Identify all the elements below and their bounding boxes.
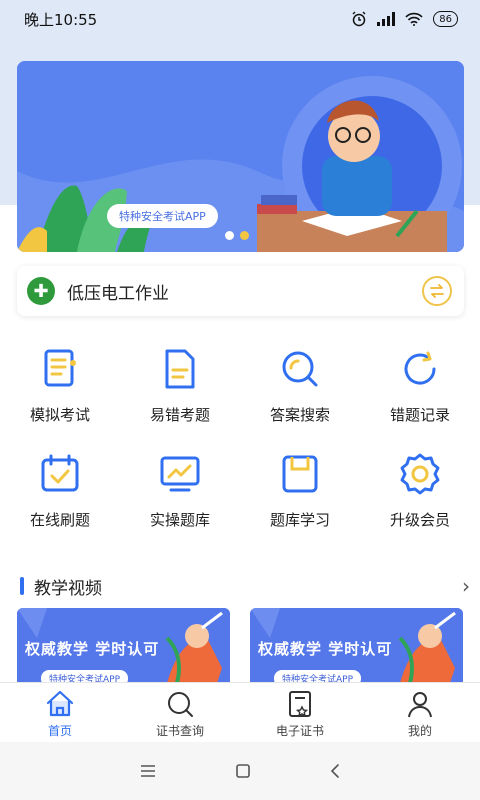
alarm-icon xyxy=(352,11,366,27)
tab-label: 电子证书 xyxy=(275,724,324,738)
tab-label: 我的 xyxy=(407,724,432,738)
back-icon[interactable] xyxy=(329,763,341,779)
safety-logo-icon: ✚ xyxy=(27,277,55,305)
status-icons: 86 xyxy=(351,11,458,27)
search-icon xyxy=(168,692,193,717)
feature-error-prone[interactable]: 易错考题 xyxy=(120,340,240,445)
feature-label: 模拟考试 xyxy=(29,406,90,424)
system-nav-bar xyxy=(0,742,480,800)
video-card[interactable]: 权威教学 学时认可 特种安全考试APP xyxy=(250,608,463,683)
user-icon xyxy=(408,692,432,718)
tab-certificate-query[interactable]: 证书查询 xyxy=(120,683,240,742)
exam-icon xyxy=(44,349,76,387)
home-square-icon[interactable] xyxy=(235,763,251,779)
video-title: 权威教学 学时认可 xyxy=(258,640,393,658)
banner-illustration xyxy=(17,61,464,252)
signal-icon xyxy=(377,12,396,26)
carousel-dot[interactable] xyxy=(225,231,234,240)
carousel-dot-active[interactable] xyxy=(240,231,249,240)
feature-mock-exam[interactable]: 模拟考试 xyxy=(0,340,120,445)
gear-icon xyxy=(400,453,440,495)
feature-label: 错题记录 xyxy=(389,406,450,424)
feature-answer-search[interactable]: 答案搜索 xyxy=(240,340,360,445)
feature-wrong-records[interactable]: 错题记录 xyxy=(360,340,480,445)
feature-grid: 模拟考试 易错考题 答案搜索 错题记录 在线刷题 实操题库 题库学习 升级会员 xyxy=(0,340,480,555)
swap-icon xyxy=(430,284,444,298)
teaching-video-header: 教学视频 › xyxy=(20,574,470,599)
calendar-check-icon xyxy=(41,454,79,492)
feature-bank-study[interactable]: 题库学习 xyxy=(240,445,360,555)
document-icon xyxy=(165,349,195,389)
tab-mine[interactable]: 我的 xyxy=(360,683,480,742)
bottom-tab-bar: 首页 证书查询 电子证书 我的 xyxy=(0,682,480,742)
section-title: 教学视频 xyxy=(34,578,102,599)
promo-banner[interactable]: 特种安全考试APP xyxy=(17,61,464,252)
banner-app-label: 特种安全考试APP xyxy=(107,204,218,228)
search-icon xyxy=(282,351,318,387)
feature-label: 实操题库 xyxy=(149,511,210,529)
video-title: 权威教学 学时认可 xyxy=(25,640,160,658)
category-selector[interactable]: ✚ 低压电工作业 xyxy=(17,266,464,316)
feature-label: 答案搜索 xyxy=(269,406,330,424)
status-bar: 晚上10:55 86 xyxy=(0,0,480,38)
category-label: 低压电工作业 xyxy=(67,283,169,304)
switch-category-button[interactable] xyxy=(422,276,452,306)
section-accent-bar xyxy=(20,577,24,595)
status-time: 晚上10:55 xyxy=(24,10,98,29)
chevron-right-icon[interactable]: › xyxy=(462,574,470,598)
menu-icon[interactable] xyxy=(139,764,157,778)
feature-online-practice[interactable]: 在线刷题 xyxy=(0,445,120,555)
feature-label: 题库学习 xyxy=(269,511,330,529)
feature-upgrade-member[interactable]: 升级会员 xyxy=(360,445,480,555)
monitor-chart-icon xyxy=(160,456,200,492)
feature-label: 升级会员 xyxy=(389,511,450,529)
battery-indicator: 86 xyxy=(433,11,458,27)
certificate-icon xyxy=(289,691,311,717)
video-card[interactable]: 权威教学 学时认可 特种安全考试APP xyxy=(17,608,230,683)
tab-e-certificate[interactable]: 电子证书 xyxy=(240,683,360,742)
carousel-indicator xyxy=(225,231,249,240)
feature-label: 易错考题 xyxy=(149,406,210,424)
feature-label: 在线刷题 xyxy=(29,511,90,529)
box-icon xyxy=(282,455,318,493)
refresh-icon xyxy=(404,351,436,385)
wifi-icon xyxy=(405,12,423,26)
tab-home[interactable]: 首页 xyxy=(0,683,120,742)
feature-practical-bank[interactable]: 实操题库 xyxy=(120,445,240,555)
tab-label: 证书查询 xyxy=(155,724,204,738)
home-icon xyxy=(46,690,74,717)
tab-label: 首页 xyxy=(47,724,72,738)
